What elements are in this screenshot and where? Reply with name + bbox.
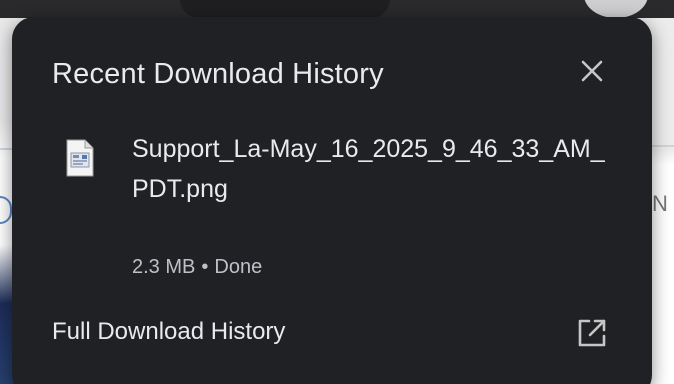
close-icon (581, 60, 603, 82)
page-text-fragment: N (652, 191, 668, 216)
page-divider-right (651, 145, 674, 147)
close-button[interactable] (576, 55, 608, 87)
download-file-meta: 2.3 MB • Done (132, 255, 262, 279)
meta-separator: • (201, 256, 209, 278)
download-item[interactable]: Support_La-May_16_2025_9_46_33_AM_PDT.pn… (52, 129, 622, 289)
download-history-popup: Recent Download History Support_La-May_1… (12, 17, 652, 384)
image-file-icon (65, 139, 95, 177)
open-full-history-button[interactable] (576, 317, 608, 349)
open-in-new-icon (578, 319, 606, 347)
popup-title: Recent Download History (52, 58, 384, 90)
download-file-size: 2.3 MB (132, 256, 196, 278)
address-bar-background (180, 0, 390, 18)
download-file-name: Support_La-May_16_2025_9_46_33_AM_PDT.pn… (132, 135, 605, 203)
full-download-history-link[interactable]: Full Download History (52, 317, 285, 347)
download-status: Done (214, 256, 263, 278)
